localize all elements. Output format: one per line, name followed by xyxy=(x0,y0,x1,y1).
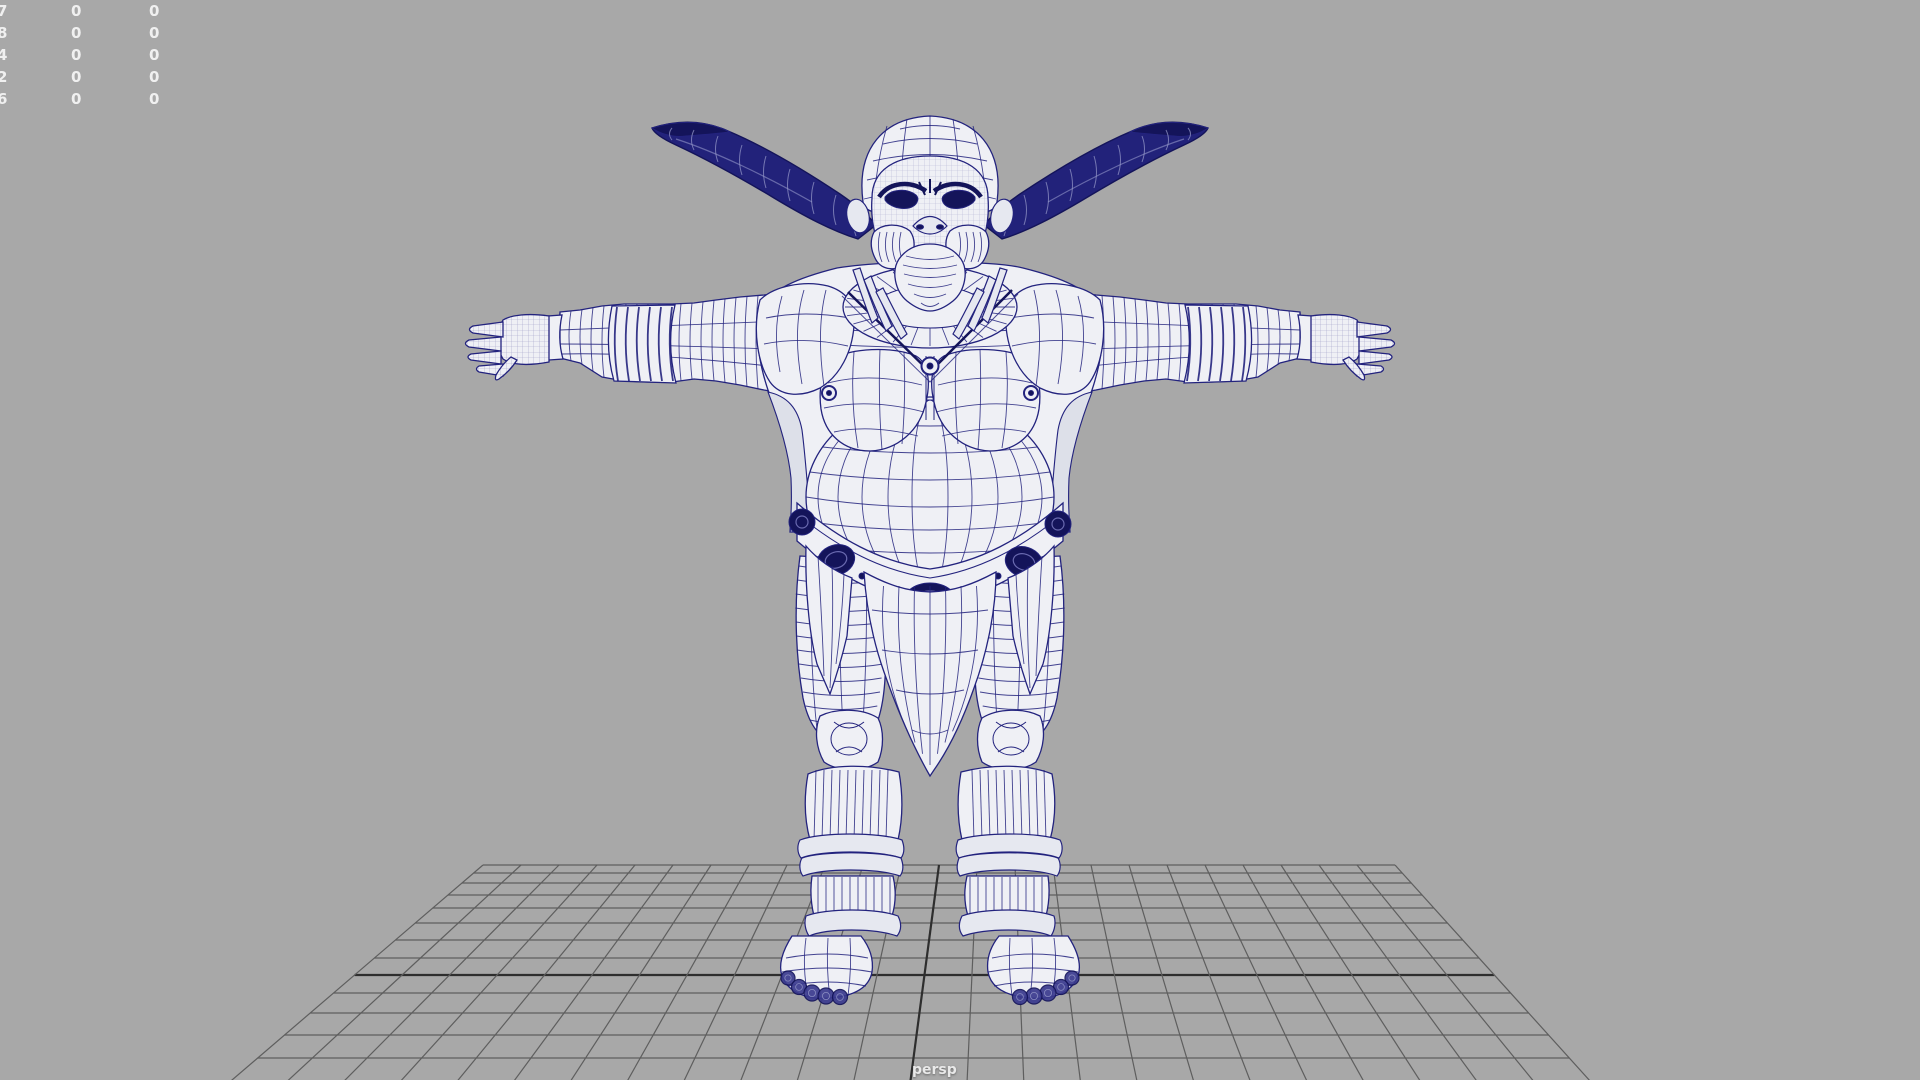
hud-value: 0 xyxy=(149,24,160,42)
ground-grid xyxy=(231,864,1590,1080)
hud-value: 0 xyxy=(71,24,82,42)
hud-value: 0 xyxy=(71,90,82,108)
left-knee-pad xyxy=(815,709,884,771)
wireframe-character-model[interactable] xyxy=(460,115,1400,1006)
hud-value: 7 xyxy=(0,2,8,20)
viewport-camera-label: persp xyxy=(912,1062,957,1078)
hud-value: 0 xyxy=(149,46,160,64)
hud-value: 8 xyxy=(0,24,8,42)
hud-value: 4 xyxy=(0,46,8,64)
perspective-viewport[interactable]: 7 0 0 8 0 0 4 0 0 2 0 0 6 0 0 persp xyxy=(0,0,1920,1080)
hud-value: 0 xyxy=(71,46,82,64)
viewport-canvas xyxy=(231,115,1590,1080)
hud-value: 0 xyxy=(71,2,82,20)
hud-value: 2 xyxy=(0,68,8,86)
hud-value: 0 xyxy=(149,68,160,86)
hud-value: 0 xyxy=(149,90,160,108)
hud-value: 0 xyxy=(71,68,82,86)
hud-value: 0 xyxy=(149,2,160,20)
hud-value: 6 xyxy=(0,90,8,108)
